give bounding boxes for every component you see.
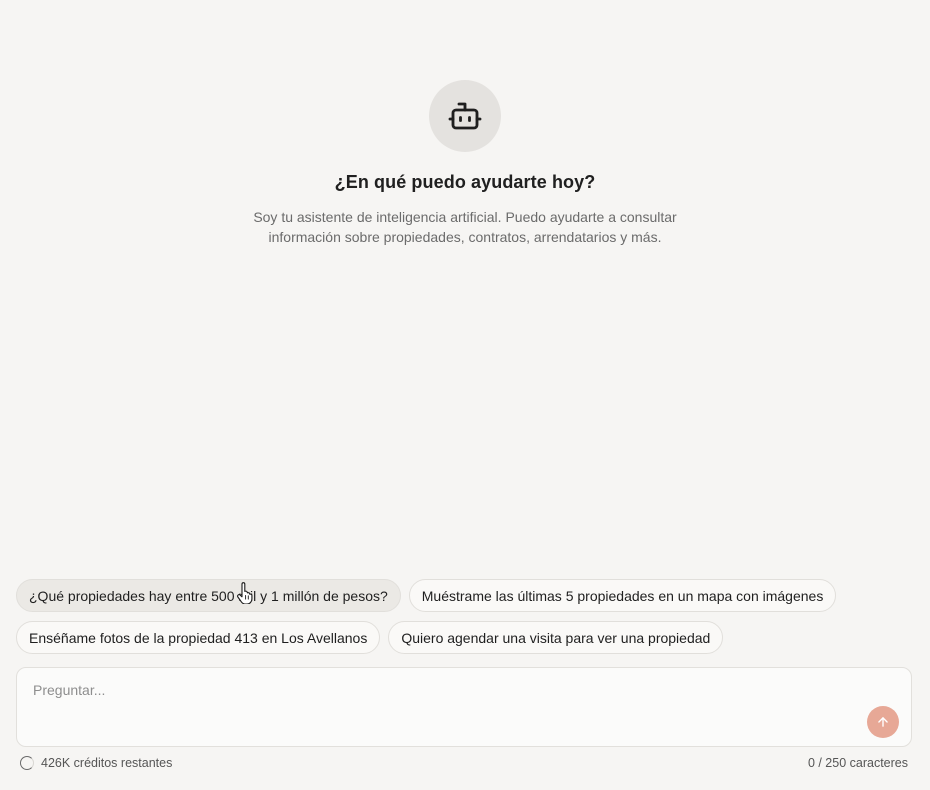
empty-state: ¿En qué puedo ayudarte hoy? Soy tu asist… [0, 80, 930, 247]
page-title: ¿En qué puedo ayudarte hoy? [334, 172, 596, 192]
suggestion-chip-photos[interactable]: Enséñame fotos de la propiedad 413 en Lo… [16, 621, 381, 654]
chat-composer [16, 667, 912, 747]
bot-avatar [429, 80, 501, 152]
suggestion-chip-schedule-visit[interactable]: Quiero agendar una visita para ver una p… [388, 621, 724, 654]
credits-indicator: 426K créditos restantes [20, 756, 172, 770]
suggestion-chip-price-range[interactable]: ¿Qué propiedades hay entre 500 mil y 1 m… [16, 579, 401, 612]
send-button[interactable] [867, 706, 899, 738]
chat-page: ¿En qué puedo ayudarte hoy? Soy tu asist… [0, 0, 930, 790]
bot-icon [448, 102, 482, 130]
character-counter: 0 / 250 caracteres [807, 756, 908, 770]
suggestion-chip-map[interactable]: Muéstrame las últimas 5 propiedades en u… [408, 579, 837, 612]
suggestion-list: ¿Qué propiedades hay entre 500 mil y 1 m… [16, 579, 914, 654]
composer-footer: 426K créditos restantes 0 / 250 caracter… [20, 755, 908, 771]
loading-spinner-icon [20, 756, 34, 770]
page-subtitle: Soy tu asistente de inteligencia artific… [253, 209, 677, 245]
credits-remaining: 426K créditos restantes [41, 756, 173, 770]
arrow-up-icon [878, 717, 888, 727]
question-input[interactable] [17, 668, 857, 728]
